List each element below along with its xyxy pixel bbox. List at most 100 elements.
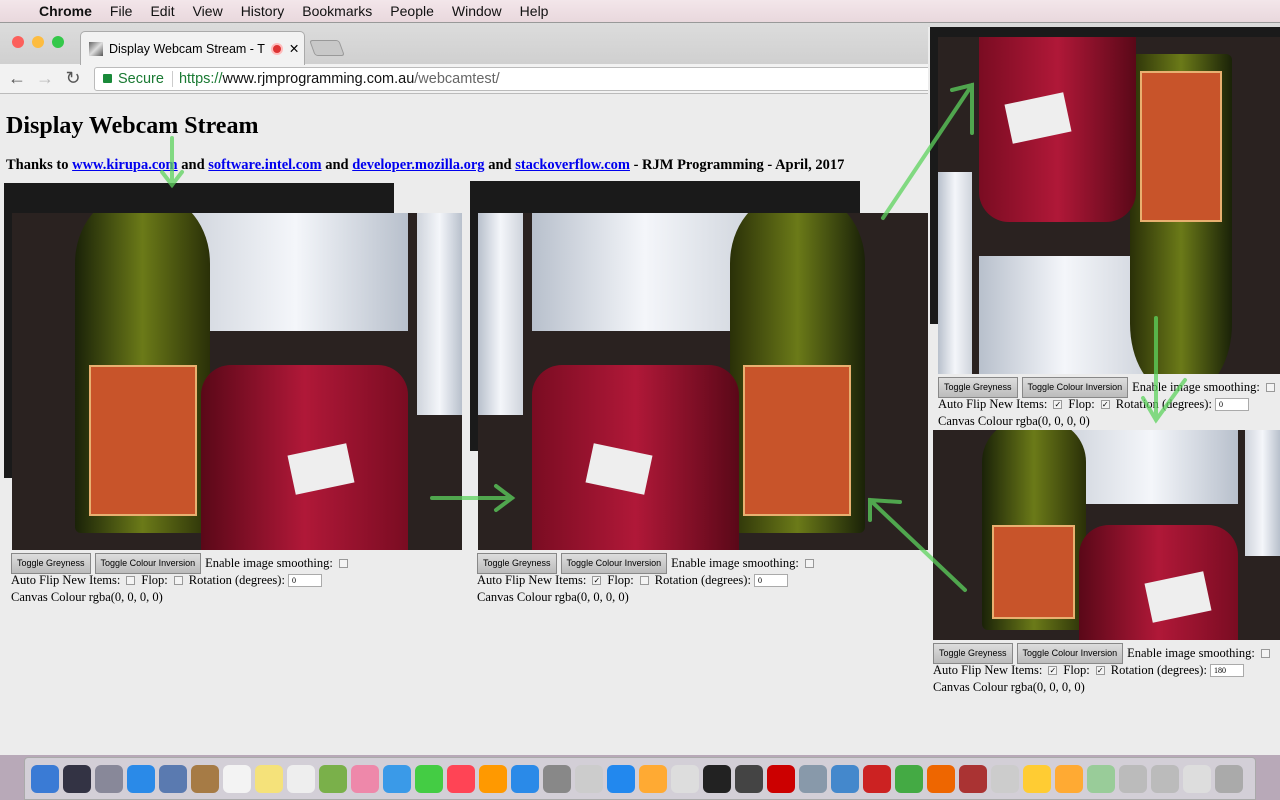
smoothing-checkbox[interactable] bbox=[1265, 383, 1275, 392]
dock-app-icon[interactable] bbox=[1119, 764, 1147, 793]
toggle-greyness-button[interactable]: Toggle Greyness bbox=[477, 553, 557, 574]
dock-app-icon[interactable] bbox=[223, 764, 251, 793]
address-bar[interactable]: Secure https://www.rjmprogramming.com.au… bbox=[94, 66, 934, 91]
menu-history[interactable]: History bbox=[232, 3, 294, 19]
dock-app-icon[interactable] bbox=[127, 764, 155, 793]
flop-checkbox[interactable] bbox=[639, 576, 649, 585]
minimize-window-button[interactable] bbox=[32, 36, 44, 48]
smoothing-checkbox[interactable] bbox=[804, 559, 814, 568]
dock-app-icon[interactable] bbox=[927, 764, 955, 793]
dock-app-icon[interactable] bbox=[703, 764, 731, 793]
zoom-window-button[interactable] bbox=[52, 36, 64, 48]
smoothing-label: Enable image smoothing: bbox=[1127, 646, 1255, 660]
favicon-icon bbox=[89, 41, 103, 56]
canvas-controls: Toggle Greyness Toggle Colour Inversion En… bbox=[477, 553, 820, 606]
dock-app-icon[interactable] bbox=[1087, 764, 1115, 793]
smoothing-label: Enable image smoothing: bbox=[1132, 380, 1260, 394]
dock-app-icon[interactable] bbox=[415, 764, 443, 793]
menu-bookmarks[interactable]: Bookmarks bbox=[293, 3, 381, 19]
dock-app-icon[interactable] bbox=[287, 764, 315, 793]
forward-icon[interactable]: → bbox=[34, 68, 56, 89]
dock-app-icon[interactable] bbox=[351, 764, 379, 793]
rotation-input[interactable]: 0 bbox=[1214, 398, 1249, 411]
dock-app-icon[interactable] bbox=[479, 764, 507, 793]
smoothing-checkbox[interactable] bbox=[338, 559, 348, 568]
auto-flip-checkbox[interactable]: ✓ bbox=[1048, 666, 1058, 675]
toggle-colour-inversion-button[interactable]: Toggle Colour Inversion bbox=[1016, 643, 1124, 664]
rotation-label: Rotation (degrees): bbox=[1110, 663, 1207, 677]
menu-window[interactable]: Window bbox=[443, 3, 511, 19]
reload-icon[interactable]: ↻ bbox=[62, 68, 84, 89]
dock-app-icon[interactable] bbox=[575, 764, 603, 793]
dock-app-icon[interactable] bbox=[671, 764, 699, 793]
flop-checkbox[interactable]: ✓ bbox=[1100, 400, 1110, 409]
menu-edit[interactable]: Edit bbox=[141, 3, 183, 19]
auto-flip-label: Auto Flip New Items: bbox=[477, 573, 587, 587]
dock-app-icon[interactable] bbox=[1151, 764, 1179, 793]
dock-app-icon[interactable] bbox=[255, 764, 283, 793]
dock-app-icon[interactable] bbox=[959, 764, 987, 793]
toggle-greyness-button[interactable]: Toggle Greyness bbox=[11, 553, 91, 574]
dock-app-icon[interactable] bbox=[447, 764, 475, 793]
canvas-controls: Toggle Greyness Toggle Colour Inversion En… bbox=[11, 553, 354, 606]
flop-checkbox[interactable] bbox=[173, 576, 183, 585]
toggle-greyness-button[interactable]: Toggle Greyness bbox=[938, 377, 1018, 398]
link-intel[interactable]: software.intel.com bbox=[208, 157, 321, 173]
dock-app-icon[interactable] bbox=[639, 764, 667, 793]
dock-app-icon[interactable] bbox=[31, 764, 59, 793]
webcam-canvas[interactable] bbox=[12, 213, 462, 550]
webcam-canvas[interactable] bbox=[933, 430, 1280, 640]
link-kirupa[interactable]: www.kirupa.com bbox=[72, 157, 178, 173]
dock-app-icon[interactable] bbox=[1023, 764, 1051, 793]
credits-prefix: Thanks to bbox=[6, 157, 73, 173]
rotation-input[interactable]: 0 bbox=[287, 574, 322, 587]
menu-people[interactable]: People bbox=[381, 3, 443, 19]
toggle-greyness-button[interactable]: Toggle Greyness bbox=[933, 643, 1013, 664]
dock-app-icon[interactable] bbox=[991, 764, 1019, 793]
webcam-canvas[interactable] bbox=[478, 213, 928, 550]
back-icon[interactable]: ← bbox=[6, 68, 28, 89]
dock-app-icon[interactable] bbox=[831, 764, 859, 793]
flop-checkbox[interactable]: ✓ bbox=[1095, 666, 1105, 675]
auto-flip-checkbox[interactable]: ✓ bbox=[1053, 400, 1063, 409]
link-stackoverflow[interactable]: stackoverflow.com bbox=[515, 157, 630, 173]
dock-app-icon[interactable] bbox=[511, 764, 539, 793]
dock-app-icon[interactable] bbox=[895, 764, 923, 793]
menu-help[interactable]: Help bbox=[511, 3, 558, 19]
page-title: Display Webcam Stream bbox=[6, 113, 259, 139]
webcam-canvas[interactable] bbox=[938, 37, 1280, 374]
auto-flip-checkbox[interactable] bbox=[126, 576, 136, 585]
dock-app-icon[interactable] bbox=[767, 764, 795, 793]
url-host: www.rjmprogramming.com.au bbox=[222, 70, 415, 87]
dock-app-icon[interactable] bbox=[799, 764, 827, 793]
toggle-colour-inversion-button[interactable]: Toggle Colour Inversion bbox=[560, 553, 668, 574]
rotation-input[interactable]: 180 bbox=[1209, 664, 1244, 677]
dock-app-icon[interactable] bbox=[1183, 764, 1211, 793]
toggle-colour-inversion-button[interactable]: Toggle Colour Inversion bbox=[1021, 377, 1129, 398]
auto-flip-checkbox[interactable]: ✓ bbox=[592, 576, 602, 585]
menu-app[interactable]: Chrome bbox=[30, 3, 101, 19]
dock-app-icon[interactable] bbox=[1215, 764, 1243, 793]
rotation-label: Rotation (degrees): bbox=[654, 573, 751, 587]
toggle-colour-inversion-button[interactable]: Toggle Colour Inversion bbox=[94, 553, 202, 574]
rotation-input[interactable]: 0 bbox=[753, 574, 788, 587]
dock-app-icon[interactable] bbox=[1055, 764, 1083, 793]
dock-app-icon[interactable] bbox=[607, 764, 635, 793]
tab-active[interactable]: Display Webcam Stream - T ✕ bbox=[80, 31, 305, 65]
dock-app-icon[interactable] bbox=[63, 764, 91, 793]
dock-app-icon[interactable] bbox=[95, 764, 123, 793]
dock-app-icon[interactable] bbox=[191, 764, 219, 793]
close-window-button[interactable] bbox=[12, 36, 24, 48]
dock-app-icon[interactable] bbox=[159, 764, 187, 793]
dock-app-icon[interactable] bbox=[319, 764, 347, 793]
menu-file[interactable]: File bbox=[101, 3, 142, 19]
dock-app-icon[interactable] bbox=[863, 764, 891, 793]
dock-app-icon[interactable] bbox=[735, 764, 763, 793]
link-mozilla[interactable]: developer.mozilla.org bbox=[352, 157, 484, 173]
smoothing-checkbox[interactable] bbox=[1260, 649, 1270, 658]
dock-app-icon[interactable] bbox=[383, 764, 411, 793]
menu-view[interactable]: View bbox=[184, 3, 232, 19]
dock-app-icon[interactable] bbox=[543, 764, 571, 793]
tab-close-icon[interactable]: ✕ bbox=[289, 41, 299, 56]
new-tab-button[interactable] bbox=[309, 40, 345, 56]
